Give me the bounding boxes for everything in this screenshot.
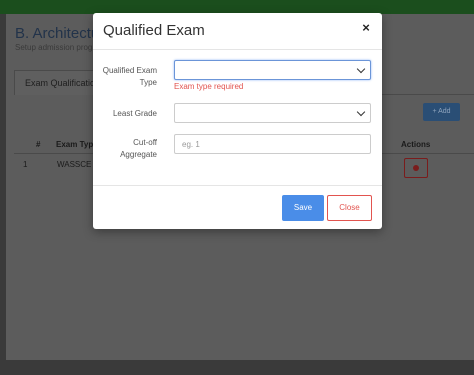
close-icon[interactable]: × bbox=[359, 21, 373, 35]
column-header-actions: Actions bbox=[401, 140, 431, 149]
top-navbar bbox=[0, 0, 474, 14]
least-grade-select[interactable] bbox=[174, 103, 371, 123]
exam-type-error: Exam type required bbox=[174, 82, 244, 91]
close-button[interactable]: Close bbox=[327, 195, 372, 221]
cutoff-label: Cut-off Aggregate bbox=[120, 138, 157, 159]
least-grade-label: Least Grade bbox=[112, 109, 157, 118]
chevron-down-icon bbox=[356, 107, 366, 117]
save-button[interactable]: Save bbox=[282, 195, 324, 221]
column-header-number: # bbox=[36, 140, 41, 149]
chevron-down-icon bbox=[356, 64, 366, 74]
exam-type-label: Qualified Exam Type bbox=[102, 66, 157, 87]
add-button[interactable]: + Add bbox=[423, 103, 460, 121]
row-number: 1 bbox=[23, 160, 28, 169]
delete-button[interactable] bbox=[404, 158, 428, 178]
modal-title: Qualified Exam bbox=[103, 22, 205, 39]
page-subtitle: Setup admission progr bbox=[15, 43, 96, 52]
modal-header: Qualified Exam × bbox=[93, 13, 382, 50]
page-title: B. Architectur bbox=[15, 25, 105, 42]
column-header-exam-type: Exam Type bbox=[56, 140, 98, 149]
cutoff-placeholder: eg. 1 bbox=[182, 140, 200, 149]
cutoff-aggregate-input[interactable]: eg. 1 bbox=[174, 134, 371, 154]
modal-footer-divider bbox=[93, 185, 382, 186]
exam-type-select[interactable] bbox=[174, 60, 371, 80]
qualified-exam-modal: Qualified Exam × Qualified Exam Type Exa… bbox=[93, 13, 382, 229]
row-exam-type: WASSCE bbox=[57, 160, 92, 169]
